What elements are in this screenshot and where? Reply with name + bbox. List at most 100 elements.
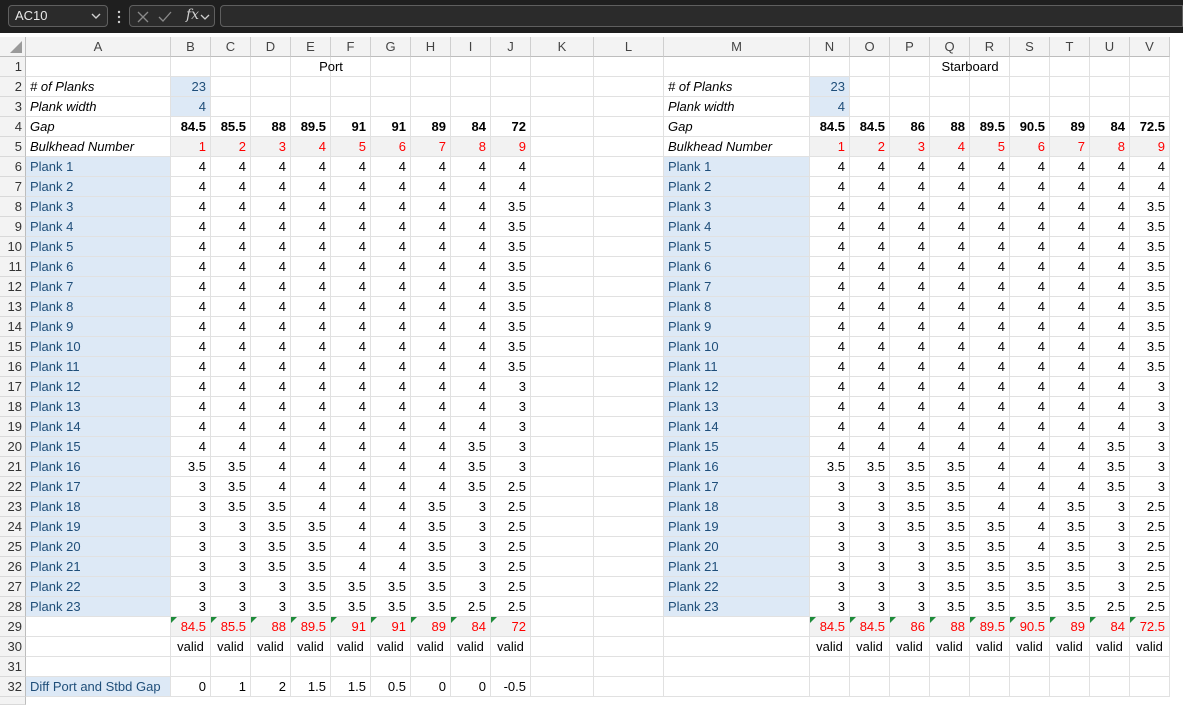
starboard-plank-width-cell[interactable]: 3.5 bbox=[890, 457, 930, 477]
cell[interactable] bbox=[531, 77, 594, 97]
cell[interactable] bbox=[531, 497, 594, 517]
port-plank-width-cell[interactable]: 3 bbox=[211, 577, 251, 597]
diff-value[interactable]: 1.5 bbox=[291, 677, 331, 697]
cell[interactable] bbox=[594, 417, 664, 437]
starboard-bulkhead-number[interactable]: 3 bbox=[890, 137, 930, 157]
cell[interactable] bbox=[850, 97, 890, 117]
row-header-29[interactable]: 29 bbox=[0, 617, 26, 637]
starboard-plank-width-cell[interactable]: 4 bbox=[970, 357, 1010, 377]
starboard-plank-width-cell[interactable]: 4 bbox=[1010, 317, 1050, 337]
starboard-plank-width-cell[interactable]: 3.5 bbox=[1130, 257, 1170, 277]
starboard-plank-width-cell[interactable]: 4 bbox=[1090, 377, 1130, 397]
starboard-plank-width-cell[interactable]: 4 bbox=[930, 277, 970, 297]
port-plank-width-cell[interactable]: 3 bbox=[251, 597, 291, 617]
port-plank-width-cell[interactable]: 4 bbox=[291, 417, 331, 437]
starboard-plank-label[interactable]: Plank 2 bbox=[664, 177, 810, 197]
port-plank-width-cell[interactable]: 3 bbox=[171, 577, 211, 597]
starboard-plank-width-cell[interactable]: 4 bbox=[890, 217, 930, 237]
starboard-total-cell[interactable]: 84.5 bbox=[850, 617, 890, 637]
column-header-v[interactable]: V bbox=[1130, 37, 1170, 57]
port-gap-value[interactable]: 84 bbox=[451, 117, 491, 137]
port-plank-width-cell[interactable]: 4 bbox=[171, 277, 211, 297]
name-box[interactable]: AC10 bbox=[8, 5, 108, 27]
port-plank-width-cell[interactable]: 4 bbox=[411, 177, 451, 197]
port-plank-width-cell[interactable]: 4 bbox=[251, 277, 291, 297]
cell[interactable] bbox=[411, 97, 451, 117]
cell[interactable] bbox=[594, 137, 664, 157]
starboard-plank-width-cell[interactable]: 4 bbox=[1050, 157, 1090, 177]
cell[interactable] bbox=[594, 557, 664, 577]
starboard-plank-label[interactable]: Plank 20 bbox=[664, 537, 810, 557]
cell[interactable] bbox=[1010, 97, 1050, 117]
starboard-plank-width-cell[interactable]: 3.5 bbox=[930, 517, 970, 537]
port-plank-width-cell[interactable]: 4 bbox=[331, 417, 371, 437]
cell[interactable] bbox=[491, 657, 531, 677]
port-plank-width-cell[interactable]: 4 bbox=[371, 257, 411, 277]
starboard-plank-width-cell[interactable]: 4 bbox=[1010, 477, 1050, 497]
port-plank-width-cell[interactable]: 2.5 bbox=[491, 577, 531, 597]
cell[interactable] bbox=[491, 57, 531, 77]
formula-input[interactable] bbox=[220, 5, 1183, 27]
row-header-5[interactable]: 5 bbox=[0, 137, 26, 157]
starboard-plank-width-cell[interactable]: 4 bbox=[970, 217, 1010, 237]
port-bulkhead-number[interactable]: 1 bbox=[171, 137, 211, 157]
cell[interactable] bbox=[451, 77, 491, 97]
port-plank-width-cell[interactable]: 4 bbox=[451, 237, 491, 257]
port-plank-width-cell[interactable]: 3.5 bbox=[251, 537, 291, 557]
starboard-plank-width-cell[interactable]: 3.5 bbox=[1130, 237, 1170, 257]
row-header-10[interactable]: 10 bbox=[0, 237, 26, 257]
more-options-icon[interactable] bbox=[114, 8, 124, 26]
diff-value[interactable]: -0.5 bbox=[491, 677, 531, 697]
starboard-plank-label[interactable]: Plank 14 bbox=[664, 417, 810, 437]
port-plank-label[interactable]: Plank 7 bbox=[26, 277, 171, 297]
port-plank-width-cell[interactable]: 4 bbox=[451, 297, 491, 317]
starboard-plank-width-value[interactable]: 4 bbox=[810, 97, 850, 117]
port-plank-width-cell[interactable]: 3.5 bbox=[371, 577, 411, 597]
cell[interactable] bbox=[171, 57, 211, 77]
port-plank-label[interactable]: Plank 5 bbox=[26, 237, 171, 257]
starboard-plank-width-cell[interactable]: 4 bbox=[1050, 177, 1090, 197]
port-plank-width-cell[interactable]: 4 bbox=[451, 197, 491, 217]
port-num-planks-label[interactable]: # of Planks bbox=[26, 77, 171, 97]
starboard-plank-width-cell[interactable]: 4 bbox=[970, 437, 1010, 457]
column-header-u[interactable]: U bbox=[1090, 37, 1130, 57]
starboard-plank-width-cell[interactable]: 3 bbox=[810, 477, 850, 497]
port-plank-width-cell[interactable]: 4 bbox=[291, 337, 331, 357]
column-header-q[interactable]: Q bbox=[930, 37, 970, 57]
column-header-l[interactable]: L bbox=[594, 37, 664, 57]
port-plank-width-cell[interactable]: 4 bbox=[371, 177, 411, 197]
port-gap-value[interactable]: 91 bbox=[331, 117, 371, 137]
port-plank-width-cell[interactable]: 4 bbox=[331, 557, 371, 577]
starboard-plank-width-cell[interactable]: 3.5 bbox=[1010, 577, 1050, 597]
port-plank-width-cell[interactable]: 4 bbox=[411, 217, 451, 237]
starboard-plank-width-cell[interactable]: 3 bbox=[850, 577, 890, 597]
port-plank-width-cell[interactable]: 4 bbox=[331, 497, 371, 517]
starboard-valid-cell[interactable]: valid bbox=[1130, 637, 1170, 657]
starboard-gap-value[interactable]: 84.5 bbox=[850, 117, 890, 137]
cell[interactable] bbox=[251, 57, 291, 77]
starboard-plank-width-cell[interactable]: 3 bbox=[810, 597, 850, 617]
starboard-plank-width-cell[interactable]: 4 bbox=[1010, 417, 1050, 437]
starboard-plank-width-cell[interactable]: 4 bbox=[850, 297, 890, 317]
port-bulkhead-number[interactable]: 9 bbox=[491, 137, 531, 157]
column-header-k[interactable]: K bbox=[531, 37, 594, 57]
port-plank-width-cell[interactable]: 2.5 bbox=[491, 477, 531, 497]
starboard-plank-width-cell[interactable]: 3.5 bbox=[850, 457, 890, 477]
port-plank-width-cell[interactable]: 4 bbox=[411, 257, 451, 277]
port-plank-width-cell[interactable]: 3 bbox=[171, 497, 211, 517]
port-plank-width-cell[interactable]: 4 bbox=[331, 357, 371, 377]
starboard-plank-width-cell[interactable]: 4 bbox=[1050, 217, 1090, 237]
starboard-plank-width-cell[interactable]: 3.5 bbox=[1130, 277, 1170, 297]
cell[interactable] bbox=[1130, 57, 1170, 77]
starboard-plank-width-cell[interactable]: 4 bbox=[930, 157, 970, 177]
starboard-plank-width-cell[interactable]: 4 bbox=[1010, 177, 1050, 197]
starboard-plank-width-cell[interactable]: 2.5 bbox=[1130, 517, 1170, 537]
port-plank-width-cell[interactable]: 4 bbox=[331, 297, 371, 317]
port-plank-label[interactable]: Plank 21 bbox=[26, 557, 171, 577]
starboard-plank-width-cell[interactable]: 4 bbox=[810, 177, 850, 197]
cell[interactable] bbox=[970, 657, 1010, 677]
starboard-plank-label[interactable]: Plank 15 bbox=[664, 437, 810, 457]
port-plank-width-cell[interactable]: 4 bbox=[371, 297, 411, 317]
port-plank-width-cell[interactable]: 4 bbox=[251, 217, 291, 237]
chevron-down-icon[interactable] bbox=[198, 8, 212, 26]
